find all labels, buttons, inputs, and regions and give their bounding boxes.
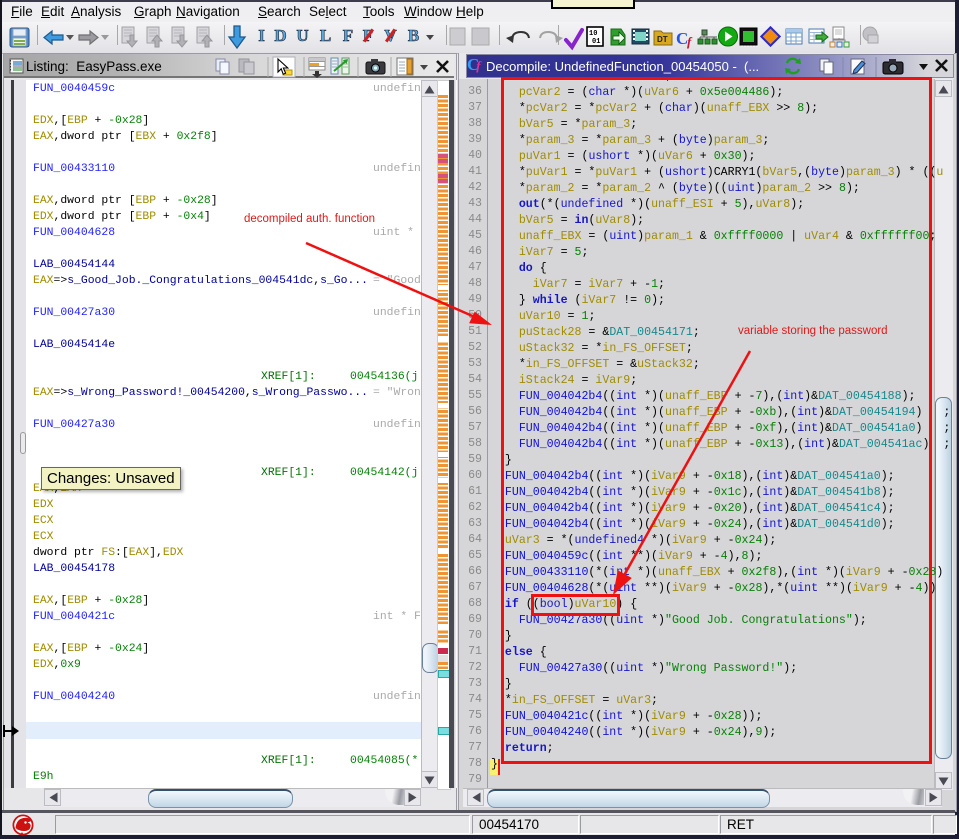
svg-text:DT: DT — [657, 35, 668, 44]
svg-text:f: f — [687, 34, 693, 49]
svg-text:10: 10 — [589, 30, 597, 38]
svg-text:01: 01 — [592, 38, 600, 46]
